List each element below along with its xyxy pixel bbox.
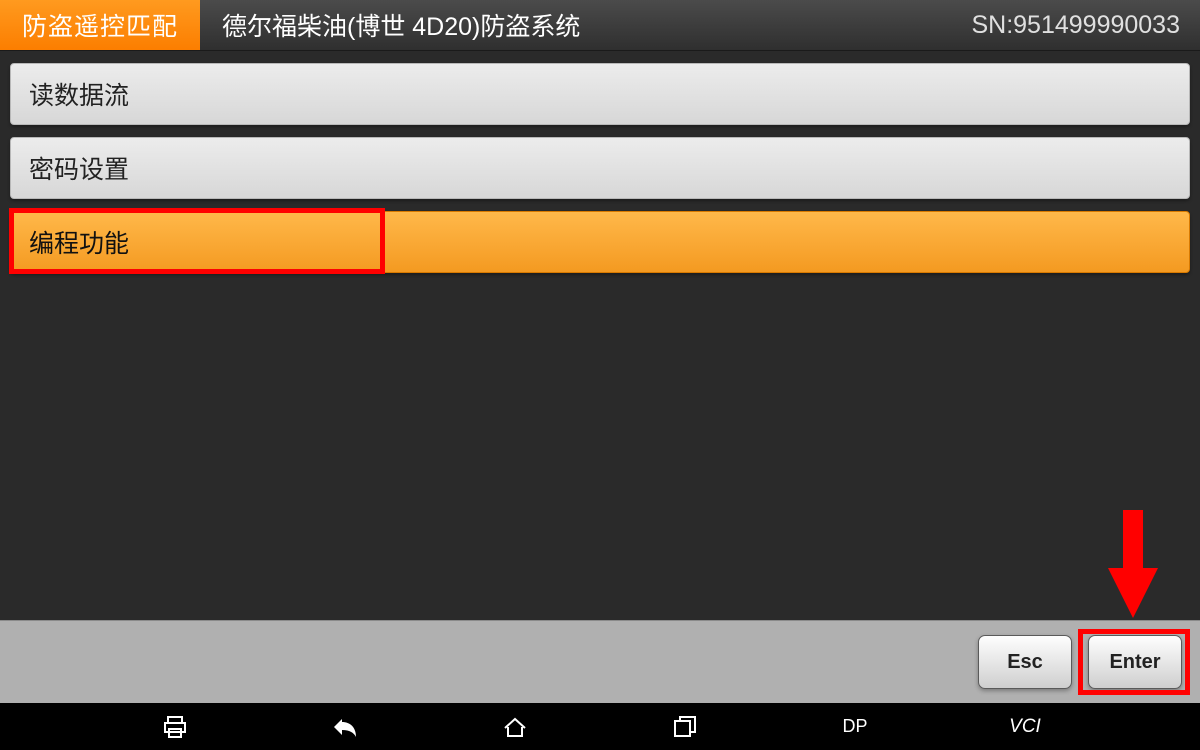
footer-toolbar: Esc Enter <box>0 620 1200 703</box>
menu-item-label: 编程功能 <box>29 224 129 260</box>
header-context-badge: 防盗遥控匹配 <box>0 0 200 50</box>
menu-item-label: 读数据流 <box>29 76 129 112</box>
menu-item-programming[interactable]: 编程功能 <box>10 211 1190 273</box>
menu-item-label: 密码设置 <box>29 150 129 186</box>
annotation-arrow-icon <box>1108 510 1158 623</box>
enter-button[interactable]: Enter <box>1088 635 1182 689</box>
header-serial: SN:951499990033 <box>971 11 1200 40</box>
esc-button[interactable]: Esc <box>978 635 1072 689</box>
header-title: 德尔福柴油(博世 4D20)防盗系统 <box>200 7 971 43</box>
nav-print-icon[interactable] <box>140 703 210 750</box>
nav-home-icon[interactable] <box>480 703 550 750</box>
nav-recent-icon[interactable] <box>650 703 720 750</box>
system-navbar: DP VCI <box>0 703 1200 750</box>
menu-item-read-data[interactable]: 读数据流 <box>10 63 1190 125</box>
menu-item-password-settings[interactable]: 密码设置 <box>10 137 1190 199</box>
nav-back-icon[interactable] <box>310 703 380 750</box>
nav-vci-button[interactable]: VCI <box>990 703 1060 750</box>
nav-dp-button[interactable]: DP <box>820 703 890 750</box>
app-header: 防盗遥控匹配 德尔福柴油(博世 4D20)防盗系统 SN:95149999003… <box>0 0 1200 51</box>
menu-list: 读数据流 密码设置 编程功能 <box>0 51 1200 273</box>
